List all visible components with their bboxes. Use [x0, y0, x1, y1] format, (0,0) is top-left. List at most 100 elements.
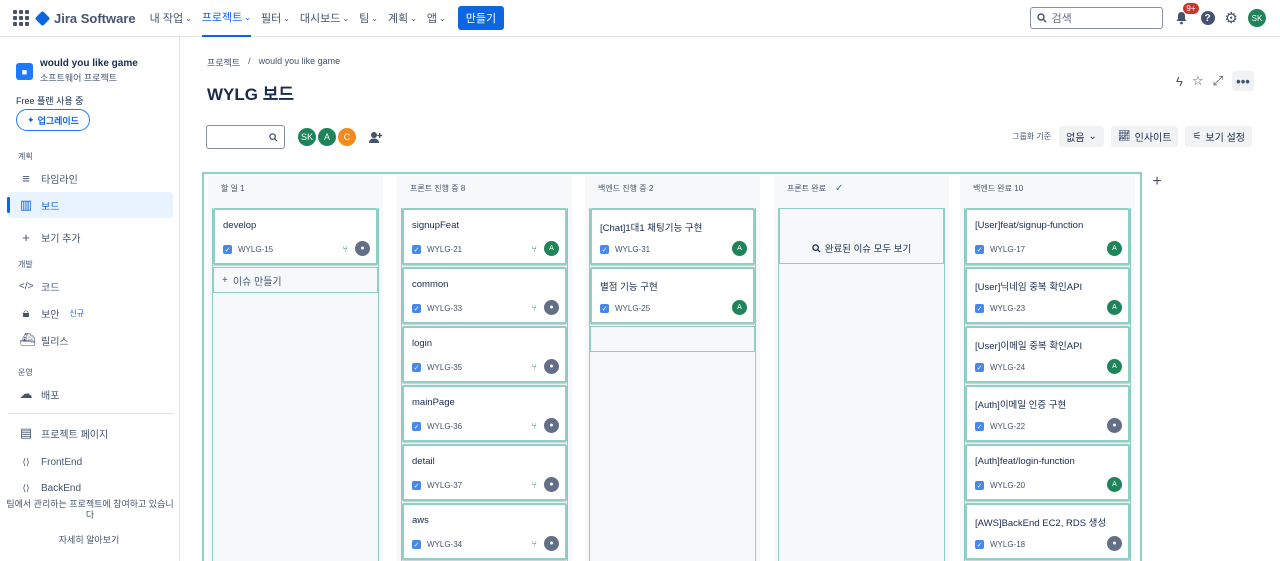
nav-teams[interactable]: 팀 ⌄	[359, 0, 378, 37]
sidebar-item-frontend[interactable]: ⟨⟩ FrontEnd	[8, 449, 173, 475]
nav-my-work[interactable]: 내 작업 ⌄	[150, 0, 192, 37]
view-settings-button[interactable]: ⚟ 보기 설정	[1185, 126, 1252, 147]
unassigned-avatar[interactable]: ●	[544, 359, 559, 374]
issue-card[interactable]: aws ✓ WYLG-34 ⑂ ●	[402, 503, 567, 560]
assignee-avatar[interactable]: A	[1107, 300, 1122, 315]
add-people-icon[interactable]	[366, 127, 386, 147]
assignee-avatar[interactable]: A	[1107, 477, 1122, 492]
assignee-avatar[interactable]: A	[732, 300, 747, 315]
insights-button[interactable]: 📈︎ 인사이트	[1110, 126, 1179, 147]
issue-card[interactable]: signupFeat ✓ WYLG-21 ⑂ A	[402, 208, 567, 265]
upgrade-button[interactable]: ✦ 업그레이드	[16, 109, 90, 131]
code-link-icon: ⟨⟩	[22, 482, 30, 493]
sidebar-item-deploy[interactable]: ☁ 배포	[8, 381, 173, 407]
issue-card[interactable]: develop ✓ WYLG-15 ⑂ ●	[213, 208, 378, 265]
unassigned-avatar[interactable]: ●	[355, 241, 370, 256]
add-column-button[interactable]: +	[1147, 173, 1167, 191]
breadcrumb-projects[interactable]: 프로젝트	[207, 56, 240, 69]
issue-card[interactable]: 별점 기능 구현 ✓ WYLG-25 A	[590, 267, 755, 324]
column-header[interactable]: 백엔드 진행 중 2	[585, 176, 760, 200]
sidebar-item-add-view[interactable]: + 보기 추가	[8, 224, 173, 250]
sidebar-item-security[interactable]: 🔒︎ 보안 신규	[8, 300, 173, 326]
issue-card[interactable]: common ✓ WYLG-33 ⑂ ●	[402, 267, 567, 324]
issue-card[interactable]: [User]feat/signup-function ✓ WYLG-17 A	[965, 208, 1130, 265]
issue-card[interactable]: [Auth]이메일 인증 구현 ✓ WYLG-22 ●	[965, 385, 1130, 442]
user-avatar[interactable]: SK	[1248, 9, 1266, 27]
jira-logo[interactable]: Jira Software	[34, 10, 136, 26]
new-badge: 신규	[69, 308, 85, 318]
issue-card[interactable]: [AWS]BackEnd EC2, RDS 생성 ✓ WYLG-18 ●	[965, 503, 1130, 560]
sidebar-item-timeline[interactable]: ≡ 타임라인	[8, 165, 173, 191]
avatar-filter[interactable]: SK	[296, 126, 318, 148]
nav-dashboards[interactable]: 대시보드 ⌄	[300, 0, 349, 37]
branch-icon: ⑂	[531, 480, 537, 490]
nav-filters[interactable]: 필터 ⌄	[261, 0, 290, 37]
unassigned-avatar[interactable]: ●	[544, 418, 559, 433]
column-header[interactable]: 백엔드 완료 10	[960, 176, 1135, 200]
issue-card[interactable]: mainPage ✓ WYLG-36 ⑂ ●	[402, 385, 567, 442]
nav-plans[interactable]: 계획 ⌄	[388, 0, 417, 37]
issue-card[interactable]: login ✓ WYLG-35 ⑂ ●	[402, 326, 567, 383]
column-header[interactable]: 프론트 진행 중 8	[397, 176, 572, 200]
app-switcher-icon[interactable]	[13, 10, 29, 26]
sidebar-item-backend[interactable]: ⟨⟩ BackEnd	[8, 478, 173, 498]
create-button[interactable]: 만들기	[457, 6, 505, 30]
checkbox-icon: ✓	[600, 304, 609, 313]
unassigned-avatar[interactable]: ●	[544, 477, 559, 492]
create-issue-button[interactable]: + 이슈 만들기	[213, 267, 378, 293]
timeline-icon: ≡	[22, 170, 30, 186]
issue-card[interactable]: [User]닉네임 중복 확인API ✓ WYLG-23 A	[965, 267, 1130, 324]
sidebar-item-releases[interactable]: ⛴ 릴리스	[8, 327, 173, 353]
search-icon	[1036, 13, 1047, 23]
learn-more-link[interactable]: 자세히 알아보기	[0, 533, 178, 546]
assignee-avatar[interactable]: A	[732, 241, 747, 256]
settings-gear-icon[interactable]: ⚙	[1225, 9, 1238, 27]
checkbox-icon: ✓	[975, 422, 984, 431]
unassigned-avatar[interactable]: ●	[1107, 536, 1122, 551]
avatar-filter[interactable]: C	[336, 126, 358, 148]
sidebar-item-project-page[interactable]: ▤ 프로젝트 페이지	[8, 420, 173, 446]
column-header[interactable]: 할 일 1	[208, 176, 383, 200]
view-all-done-issues-link[interactable]: 완료된 이슈 모두 보기	[779, 208, 944, 264]
help-icon[interactable]: ?	[1200, 11, 1215, 25]
unassigned-avatar[interactable]: ●	[544, 300, 559, 315]
issue-card[interactable]: [Chat]1대1 채팅기능 구현 ✓ WYLG-31 A	[590, 208, 755, 265]
nav-projects[interactable]: 프로젝트 ⌄	[201, 0, 251, 37]
drop-zone	[590, 326, 755, 352]
branch-icon: ⑂	[531, 421, 537, 431]
board-toolbar: 그룹화 기준 없음 ⌄ 📈︎ 인사이트 ⚟ 보기 설정	[1012, 126, 1252, 147]
avatar-filter[interactable]: A	[316, 126, 338, 148]
nav-apps[interactable]: 앱 ⌄	[427, 0, 446, 37]
assignee-avatar[interactable]: A	[1107, 241, 1122, 256]
issue-card[interactable]: [Auth]feat/login-function ✓ WYLG-20 A	[965, 444, 1130, 501]
issue-card[interactable]: [User]이메일 중복 확인API ✓ WYLG-24 A	[965, 326, 1130, 383]
issue-card[interactable]: detail ✓ WYLG-37 ⑂ ●	[402, 444, 567, 501]
project-header[interactable]: ■ would you like game 소프트웨어 프로젝트	[16, 58, 138, 84]
fullscreen-icon[interactable]: ⤢	[1213, 73, 1223, 89]
unassigned-avatar[interactable]: ●	[1107, 418, 1122, 433]
star-icon[interactable]: ☆	[1192, 73, 1204, 89]
unassigned-avatar[interactable]: ●	[544, 536, 559, 551]
chevron-down-icon: ⌄	[410, 13, 417, 23]
board-column: 백엔드 완료 10 [User]feat/signup-function ✓ WY…	[960, 176, 1135, 561]
sidebar-item-code[interactable]: </> 코드	[8, 273, 173, 299]
more-options-button[interactable]: •••	[1232, 71, 1254, 91]
sidebar-item-board[interactable]: ▥ 보드	[7, 192, 173, 218]
global-search-input[interactable]: 검색	[1029, 7, 1163, 29]
checkbox-icon: ✓	[600, 245, 609, 254]
breadcrumb: 프로젝트 / would you like game	[207, 56, 341, 69]
project-name: would you like game	[40, 58, 138, 69]
assignee-avatar[interactable]: A	[1107, 359, 1122, 374]
board-search-input[interactable]	[206, 125, 285, 149]
notifications-button[interactable]: 9+	[1173, 3, 1199, 27]
lightning-icon[interactable]: ϟ	[1176, 74, 1183, 89]
column-header[interactable]: 프론트 완료 ✓	[774, 176, 949, 200]
chevron-down-icon: ⌄	[283, 13, 290, 23]
assignee-avatar[interactable]: A	[544, 241, 559, 256]
breadcrumb-project[interactable]: would you like game	[259, 56, 341, 69]
group-by-dropdown[interactable]: 없음 ⌄	[1059, 126, 1104, 147]
project-type: 소프트웨어 프로젝트	[40, 73, 118, 83]
search-icon	[811, 243, 821, 253]
checkbox-icon: ✓	[412, 422, 421, 431]
branch-icon: ⑂	[531, 303, 537, 313]
